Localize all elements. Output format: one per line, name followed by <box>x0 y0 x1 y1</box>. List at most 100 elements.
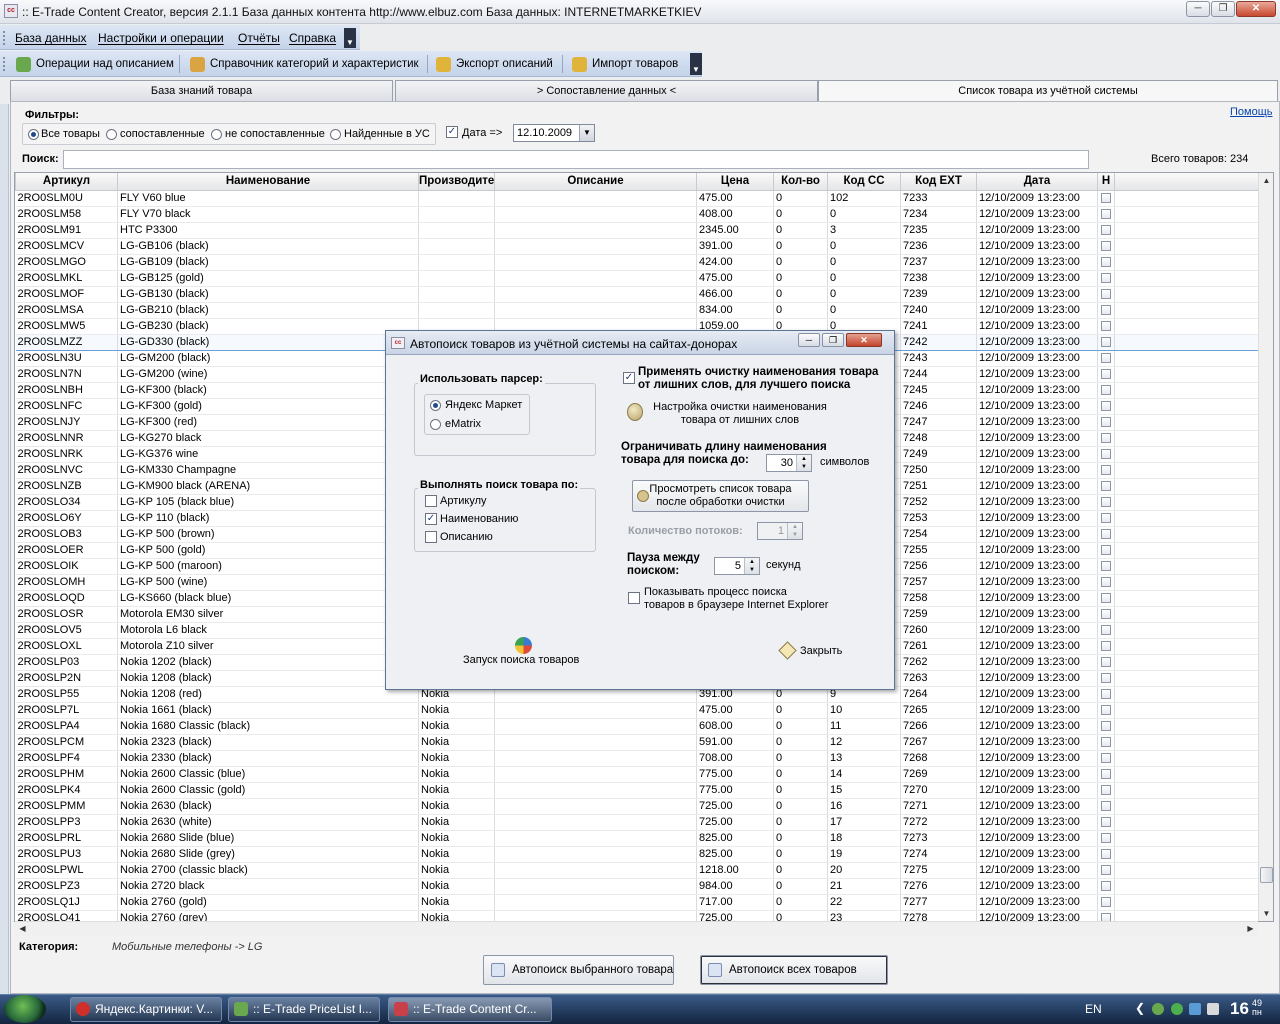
row-checkbox-cell[interactable] <box>1097 382 1115 399</box>
row-checkbox-cell[interactable] <box>1097 446 1115 463</box>
table-row[interactable]: 2RO0SLPA4 Nokia 1680 Classic (black) Nokia… <box>15 718 1260 735</box>
table-row[interactable]: 2RO0SLMGO LG-GB109 (black) 424.00 0 0 7237 12/… <box>15 254 1260 271</box>
table-cell[interactable]: LG-GB210 (black) <box>117 302 419 319</box>
table-cell[interactable]: LG-KP 110 (black) <box>117 510 419 527</box>
table-cell[interactable] <box>494 270 697 287</box>
row-checkbox[interactable] <box>1101 449 1111 460</box>
table-cell[interactable]: 0 <box>773 270 828 287</box>
filter-all-radio[interactable] <box>28 129 39 140</box>
table-cell[interactable]: 0 <box>773 190 828 207</box>
table-cell[interactable]: FLY V70 black <box>117 206 419 223</box>
row-checkbox-cell[interactable] <box>1097 206 1115 223</box>
table-cell[interactable]: 7275 <box>900 862 977 879</box>
table-cell[interactable]: 2RO0SLN3U <box>15 350 118 367</box>
limit-length-stepper[interactable]: 30 ▲ ▼ <box>766 454 812 472</box>
table-cell[interactable]: 20 <box>827 862 901 879</box>
row-checkbox-cell[interactable] <box>1097 510 1115 527</box>
table-cell[interactable]: 0 <box>827 270 901 287</box>
table-cell[interactable]: 12/10/2009 13:23:00 <box>976 782 1098 799</box>
table-cell[interactable]: Nokia 1208 (black) <box>117 670 419 687</box>
row-checkbox[interactable] <box>1101 225 1111 236</box>
row-checkbox-cell[interactable] <box>1097 238 1115 255</box>
table-cell[interactable] <box>494 862 697 879</box>
tray-app-icon[interactable] <box>1171 1003 1183 1015</box>
table-cell[interactable]: Nokia 1661 (black) <box>117 702 419 719</box>
table-cell[interactable]: 2RO0SLOSR <box>15 606 118 623</box>
table-cell[interactable]: 7260 <box>900 622 977 639</box>
row-checkbox-cell[interactable] <box>1097 814 1115 831</box>
table-cell[interactable]: 984.00 <box>696 878 774 895</box>
table-cell[interactable]: 7272 <box>900 814 977 831</box>
clean-names-checkbox[interactable]: ✓ <box>623 372 635 384</box>
clean-names-label-1[interactable]: Применять очистку наименования товара <box>638 366 878 378</box>
table-cell[interactable]: LG-GB130 (black) <box>117 286 419 303</box>
table-cell[interactable]: LG-KM330 Champagne <box>117 462 419 479</box>
table-cell[interactable]: HTC P3300 <box>117 222 419 239</box>
table-cell[interactable]: 15 <box>827 782 901 799</box>
row-checkbox-cell[interactable] <box>1097 254 1115 271</box>
table-cell[interactable]: 7239 <box>900 286 977 303</box>
start-button[interactable] <box>4 995 46 1023</box>
table-cell[interactable]: 0 <box>773 814 828 831</box>
table-cell[interactable]: LG-KF300 (gold) <box>117 398 419 415</box>
table-cell[interactable]: LG-KG376 wine <box>117 446 419 463</box>
volume-icon[interactable] <box>1207 1003 1219 1015</box>
row-checkbox[interactable] <box>1101 657 1111 668</box>
clean-names-label-2[interactable]: от лишних слов, для лучшего поиска <box>638 379 850 391</box>
table-cell[interactable]: 2RO0SLMOF <box>15 286 118 303</box>
show-ie-label-2[interactable]: товаров в браузере Internet Explorer <box>644 599 828 611</box>
tab-data-matching[interactable]: > Сопоставление данных < <box>395 80 818 102</box>
table-cell[interactable]: 0 <box>773 782 828 799</box>
row-checkbox-cell[interactable] <box>1097 654 1115 671</box>
table-row[interactable]: 2RO0SLPP3 Nokia 2630 (white) Nokia 725.00 0 1… <box>15 814 1260 831</box>
row-checkbox[interactable] <box>1101 737 1111 748</box>
table-row[interactable]: 2RO0SLPZ3 Nokia 2720 black Nokia 984.00 0 21 7… <box>15 878 1260 895</box>
table-cell[interactable]: Nokia 2630 (black) <box>117 798 419 815</box>
horizontal-scrollbar[interactable]: ◀ ▶ <box>15 921 1258 936</box>
table-cell[interactable] <box>418 190 495 207</box>
filter-matched-radio[interactable] <box>106 129 117 140</box>
search-by-sku-checkbox[interactable] <box>425 495 437 507</box>
row-checkbox[interactable] <box>1101 849 1111 860</box>
table-row[interactable]: 2RO0SLP7L Nokia 1661 (black) Nokia 475.00 0 1… <box>15 702 1260 719</box>
table-cell[interactable]: 2RO0SLP2N <box>15 670 118 687</box>
table-cell[interactable]: 775.00 <box>696 782 774 799</box>
row-checkbox[interactable] <box>1101 337 1111 348</box>
row-checkbox-cell[interactable] <box>1097 333 1115 351</box>
row-checkbox-cell[interactable] <box>1097 366 1115 383</box>
table-cell[interactable]: LG-KP 500 (maroon) <box>117 558 419 575</box>
row-checkbox[interactable] <box>1101 321 1111 332</box>
table-cell[interactable]: 2RO0SLMZZ <box>15 333 118 351</box>
table-cell[interactable]: 12/10/2009 13:23:00 <box>976 190 1098 207</box>
row-checkbox-cell[interactable] <box>1097 270 1115 287</box>
row-checkbox[interactable] <box>1101 673 1111 684</box>
toolbar-operations-button[interactable]: Операции над описанием <box>12 55 174 74</box>
row-checkbox-cell[interactable] <box>1097 734 1115 751</box>
row-checkbox-cell[interactable] <box>1097 350 1115 367</box>
table-cell[interactable]: 12/10/2009 13:23:00 <box>976 494 1098 511</box>
table-cell[interactable]: 2RO0SLNBH <box>15 382 118 399</box>
table-cell[interactable]: 12/10/2009 13:23:00 <box>976 846 1098 863</box>
table-cell[interactable]: LG-KG270 black <box>117 430 419 447</box>
toolbar-import-button[interactable]: Импорт товаров <box>568 55 678 74</box>
scroll-up-icon[interactable]: ▲ <box>1259 173 1274 188</box>
table-cell[interactable]: 0 <box>773 766 828 783</box>
table-cell[interactable]: 12 <box>827 734 901 751</box>
table-row[interactable]: 2RO0SLPHM Nokia 2600 Classic (blue) Nokia 7… <box>15 766 1260 783</box>
row-checkbox-cell[interactable] <box>1097 398 1115 415</box>
table-cell[interactable]: 475.00 <box>696 270 774 287</box>
row-checkbox[interactable] <box>1101 465 1111 476</box>
table-cell[interactable]: 12/10/2009 13:23:00 <box>976 878 1098 895</box>
table-cell[interactable]: 0 <box>773 222 828 239</box>
table-cell[interactable]: Motorola Z10 silver <box>117 638 419 655</box>
minimize-button[interactable]: ─ <box>1186 1 1210 17</box>
table-cell[interactable] <box>494 814 697 831</box>
table-cell[interactable]: 0 <box>773 846 828 863</box>
menu-database[interactable]: База данных <box>15 31 86 45</box>
table-cell[interactable]: Nokia 2680 Slide (blue) <box>117 830 419 847</box>
table-cell[interactable]: 834.00 <box>696 302 774 319</box>
table-cell[interactable]: 775.00 <box>696 766 774 783</box>
table-cell[interactable]: 12/10/2009 13:23:00 <box>976 558 1098 575</box>
parser-ematrix-label[interactable]: eMatrix <box>445 418 481 430</box>
table-cell[interactable] <box>418 206 495 223</box>
